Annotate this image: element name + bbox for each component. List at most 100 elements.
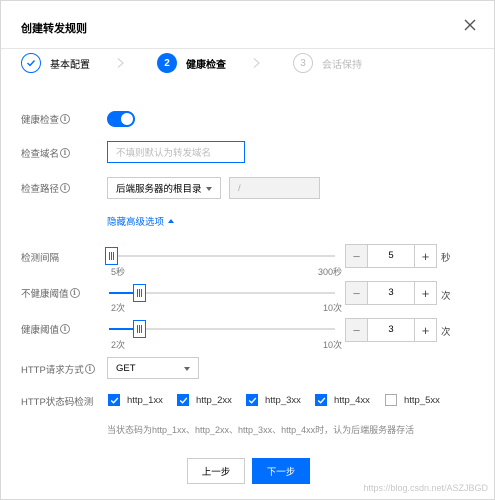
interval-value[interactable]: 5 [368,245,414,267]
checkbox-label: http_3xx [265,394,301,406]
create-forwarding-rule-dialog: 创建转发规则 基本配置 2 健康检查 3 会话保持 健康检查i 检查域名i [0,0,495,500]
info-icon[interactable]: i [60,114,71,124]
slider-handle[interactable] [133,284,146,302]
chevron-up-icon [168,219,175,223]
slider-handle[interactable] [133,320,146,338]
checkbox-box[interactable] [246,394,258,406]
step-number: 2 [157,53,177,73]
checkbox-box[interactable] [177,394,189,406]
interval-slider[interactable] [105,247,335,265]
checkbox-box[interactable] [385,394,397,406]
slider-max-label: 10次 [323,340,343,350]
minus-button[interactable]: − [346,319,368,341]
check-icon [110,397,118,404]
plus-button[interactable]: + [414,245,436,267]
healthy-threshold-label: 健康阈值 i [21,322,71,336]
previous-step-button[interactable]: 上一步 [187,458,245,484]
next-step-button[interactable]: 下一步 [252,458,310,484]
chevron-right-icon [117,58,124,68]
step-number: 3 [293,53,313,73]
healthy-threshold-slider[interactable] [109,320,335,338]
check-path-label: 检查路径 i [21,181,71,195]
http-status-label: HTTP状态码检测 [21,394,93,408]
minus-button[interactable]: − [346,282,368,304]
info-icon[interactable]: i [60,183,71,193]
input-value: / [238,182,241,194]
info-icon[interactable]: i [84,364,95,374]
unhealthy-threshold-value[interactable]: 3 [368,282,414,304]
label-text: 不健康阈值 [21,289,69,300]
checkbox-http-5xx[interactable]: http_5xx [385,394,440,406]
health-check-label: 健康检查 i [21,112,71,126]
input-placeholder: 不填则默认为转发域名 [116,148,212,159]
link-text: 隐藏高级选项 [107,217,165,228]
label-text: 健康检查 [21,115,60,126]
slider-max-label: 300秒 [318,267,343,277]
plus-button[interactable]: + [414,282,436,304]
slider-max-label: 10次 [323,303,343,313]
select-value: GET [116,362,136,374]
unhealthy-threshold-unit: 次 [441,291,451,302]
slider-min-label: 2次 [111,340,126,350]
check-path-select[interactable]: 后端服务器的根目录 [107,177,221,199]
healthy-threshold-value[interactable]: 3 [368,319,414,341]
info-icon[interactable]: i [60,148,71,158]
step-label: 健康检查 [186,59,226,71]
checkbox-box[interactable] [315,394,327,406]
checkbox-label: http_1xx [127,394,163,406]
dialog-header: 创建转发规则 [1,1,494,49]
unhealthy-threshold-stepper: − 3 + [345,281,437,305]
checkbox-http-4xx[interactable]: http_4xx [315,394,370,406]
info-icon[interactable]: i [69,288,80,298]
health-check-toggle[interactable] [107,111,135,127]
dialog-title: 创建转发规则 [21,23,87,35]
checkbox-label: http_4xx [334,394,370,406]
step-session-persistence: 3 会话保持 [293,53,362,73]
close-icon[interactable] [464,19,476,31]
http-method-label: HTTP请求方式 i [21,362,95,376]
checkbox-label: http_5xx [404,394,440,406]
checkbox-box[interactable] [108,394,120,406]
interval-stepper: − 5 + [345,244,437,268]
label-text: HTTP状态码检测 [21,397,94,408]
step-health-check: 2 健康检查 [157,53,226,73]
checkbox-http-1xx[interactable]: http_1xx [108,394,163,406]
healthy-threshold-stepper: − 3 + [345,318,437,342]
slider-min-label: 2次 [111,303,126,313]
checkbox-http-2xx[interactable]: http_2xx [177,394,232,406]
info-icon[interactable]: i [60,324,71,334]
check-icon [248,397,256,404]
http-method-select[interactable]: GET [107,357,199,379]
toggle-knob [121,113,133,125]
label-text: HTTP请求方式 [21,365,84,376]
chevron-right-icon [253,58,260,68]
chevron-down-icon [206,187,212,191]
check-icon [317,397,325,404]
label-text: 检查路径 [21,184,60,195]
unhealthy-threshold-label: 不健康阈值 i [21,286,80,300]
interval-unit: 秒 [441,253,451,264]
checkbox-http-3xx[interactable]: http_3xx [246,394,301,406]
step-indicator: 基本配置 2 健康检查 3 会话保持 [1,49,494,93]
label-text: 检测间隔 [21,253,60,264]
slider-handle[interactable] [105,247,118,265]
select-value: 后端服务器的根目录 [116,184,202,195]
healthy-threshold-unit: 次 [441,327,451,338]
minus-button[interactable]: − [346,245,368,267]
hide-advanced-options-link[interactable]: 隐藏高级选项 [107,214,175,228]
checkbox-label: http_2xx [196,394,232,406]
unhealthy-threshold-slider[interactable] [109,284,335,302]
status-code-hint: 当状态码为http_1xx、http_2xx、http_3xx、http_4xx… [107,425,415,435]
plus-button[interactable]: + [414,319,436,341]
slider-min-label: 5秒 [111,267,126,277]
label-text: 健康阈值 [21,325,60,336]
check-domain-label: 检查域名 i [21,146,71,160]
step-label: 基本配置 [50,59,90,71]
step-label: 会话保持 [322,59,362,71]
interval-label: 检测间隔 [21,250,59,264]
check-icon [21,53,41,73]
watermark: https://blog.csdn.net/ASZJBGD [363,483,488,493]
check-domain-input[interactable]: 不填则默认为转发域名 [107,141,245,163]
check-icon [179,397,187,404]
check-path-input[interactable]: / [229,177,320,199]
